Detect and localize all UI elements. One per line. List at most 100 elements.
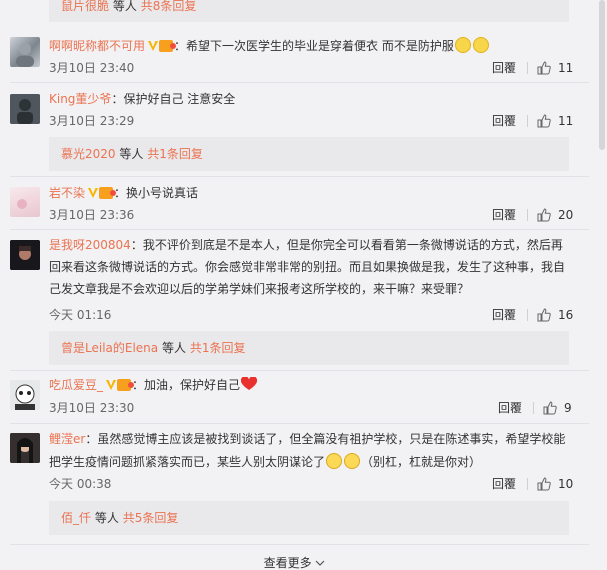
comment-date: 3月10日 23:36 [49, 208, 135, 222]
reply-count-link[interactable]: 共5条回复 [123, 511, 179, 525]
avatar[interactable] [10, 380, 40, 410]
like-button[interactable]: 11 [537, 60, 573, 76]
reply-summary[interactable]: 慕光2020 等人 共1条回复 [49, 137, 569, 171]
like-button[interactable]: 10 [537, 476, 573, 492]
comment-text: 啊啊昵称都不可用 ：希望下一次医学生的毕业是穿着便衣 而不是防护服 [49, 35, 579, 57]
separator [533, 402, 534, 414]
like-button[interactable]: 9 [543, 400, 572, 416]
comment-date: 今天 00:38 [49, 477, 112, 491]
separator [527, 309, 528, 321]
comment-panel: 鼠片很脆 等人 共8条回复 啊啊昵称都不可用 ：希望下一次医学生的毕业是穿着便衣 … [0, 0, 589, 570]
separator [527, 478, 528, 490]
cry-emoji [472, 37, 489, 53]
reply-suffix: 等人 [112, 0, 137, 13]
like-icon [537, 308, 551, 322]
like-count: 20 [558, 208, 574, 222]
avatar[interactable] [10, 37, 40, 67]
medal-icon [99, 187, 117, 199]
avatar-image [15, 384, 35, 410]
reply-button[interactable]: 回覆 [492, 207, 516, 223]
comment-user-link[interactable]: 岩不染 [49, 186, 85, 200]
comment-content: ：换小号说真话 [114, 186, 199, 200]
comment-date: 3月10日 23:29 [49, 114, 135, 128]
comment-content: ：虽然感觉博主应该是被找到谈话了，但全篇没有祖护学校，只是在陈述事实，希望学校能 [85, 432, 566, 446]
reply-button[interactable]: 回覆 [492, 307, 516, 323]
vip-icon [148, 41, 159, 51]
comment-content: 己发文章我是不会欢迎以后的学弟学妹们来报考这所学校的，来干嘛？来受罪？ [49, 282, 470, 296]
comment-text: King董少爷：保护好自己 注意安全 [49, 88, 579, 110]
scrollbar-thumb[interactable] [599, 0, 605, 150]
avatar-image [16, 43, 34, 67]
comment-content: ：加油，保护好自己 [132, 378, 241, 392]
avatar[interactable] [10, 94, 40, 124]
comment-content: ：我不评价到底是不是本人，但是你完全可以看看第一条微博说话的方式，然后再 [130, 238, 563, 252]
reply-suffix: 等人 [161, 341, 186, 355]
vip-icon [88, 188, 99, 198]
vip-icon [106, 380, 117, 390]
reply-count-link[interactable]: 共8条回复 [141, 0, 197, 13]
comment-date: 3月10日 23:40 [49, 61, 135, 75]
reply-button[interactable]: 回覆 [492, 113, 516, 129]
comment-user-link[interactable]: 是我呀200804 [49, 238, 131, 252]
comment-date: 今天 01:16 [49, 308, 112, 322]
avatar-image [17, 195, 34, 209]
comment-date: 3月10日 23:30 [49, 401, 135, 415]
avatar[interactable] [10, 187, 40, 217]
reply-count-link[interactable]: 共1条回复 [190, 341, 246, 355]
like-icon [537, 61, 551, 75]
comment-text-line: 是我呀200804：我不评价到底是不是本人，但是你完全可以看看第一条微博说话的方… [49, 234, 579, 256]
divider [10, 544, 589, 545]
reply-button[interactable]: 回覆 [492, 60, 516, 76]
reply-summary[interactable]: 曾是Leila的Elena 等人 共1条回复 [49, 331, 569, 365]
comment-content: ：希望下一次医学生的毕业是穿着便衣 而不是防护服 [174, 39, 454, 53]
avatar-image [10, 94, 40, 124]
like-button[interactable]: 20 [537, 207, 573, 223]
comment-text: 吃瓜爱豆_ ：加油，保护好自己 [49, 374, 579, 396]
reply-suffix: 等人 [119, 147, 144, 161]
reply-button[interactable]: 回覆 [498, 400, 522, 416]
cry-emoji [454, 37, 471, 53]
like-count: 10 [558, 477, 574, 491]
comment-text: 岩不染 ：换小号说真话 [49, 182, 579, 204]
avatar[interactable] [10, 433, 40, 463]
reply-user-link[interactable]: 鼠片很脆 [61, 0, 109, 13]
smile-emoji [326, 453, 343, 469]
comment-content: ：保护好自己 注意安全 [111, 92, 236, 106]
reply-button[interactable]: 回覆 [492, 476, 516, 492]
reply-user-link[interactable]: 慕光2020 [61, 147, 116, 161]
scrollbar[interactable] [597, 0, 607, 570]
comment-text-line: 把学生疫情问题抓紧落实而已，某些人别太阴谋论了 （别杠，杠就是你对） [49, 451, 579, 473]
divider [10, 82, 589, 83]
smile-emoji [344, 453, 361, 469]
separator [527, 62, 528, 74]
comment-user-link[interactable]: 鲤滢er [49, 432, 85, 446]
comment-user-link[interactable]: 啊啊昵称都不可用 [49, 39, 145, 53]
avatar[interactable] [10, 240, 40, 270]
see-more-button[interactable]: 查看更多 [0, 553, 589, 570]
reply-user-link[interactable]: 曾是Leila的Elena [61, 341, 158, 355]
comment-user-link[interactable]: 吃瓜爱豆_ [49, 378, 103, 392]
medal-icon [159, 40, 177, 52]
separator [527, 115, 528, 127]
divider [10, 229, 589, 230]
like-count: 9 [564, 401, 572, 415]
like-count: 11 [558, 114, 574, 128]
divider [10, 423, 589, 424]
like-button[interactable]: 16 [537, 307, 573, 323]
comment-text-line: 鲤滢er：虽然感觉博主应该是被找到谈话了，但全篇没有祖护学校，只是在陈述事实，希… [49, 428, 579, 450]
comment-user-link[interactable]: King董少爷 [49, 92, 111, 106]
reply-count-link[interactable]: 共1条回复 [147, 147, 203, 161]
like-count: 11 [558, 61, 574, 75]
reply-user-link[interactable]: 佰_仟 [61, 511, 91, 525]
medal-icon [117, 379, 135, 391]
separator [527, 209, 528, 221]
chevron-down-icon [315, 560, 325, 566]
divider [10, 176, 589, 177]
like-icon [537, 114, 551, 128]
reply-summary[interactable]: 鼠片很脆 等人 共8条回复 [49, 0, 569, 22]
heart-emoji [240, 376, 258, 390]
like-icon [543, 401, 557, 415]
reply-suffix: 等人 [94, 511, 119, 525]
reply-summary[interactable]: 佰_仟 等人 共5条回复 [49, 501, 569, 535]
like-button[interactable]: 11 [537, 113, 573, 129]
